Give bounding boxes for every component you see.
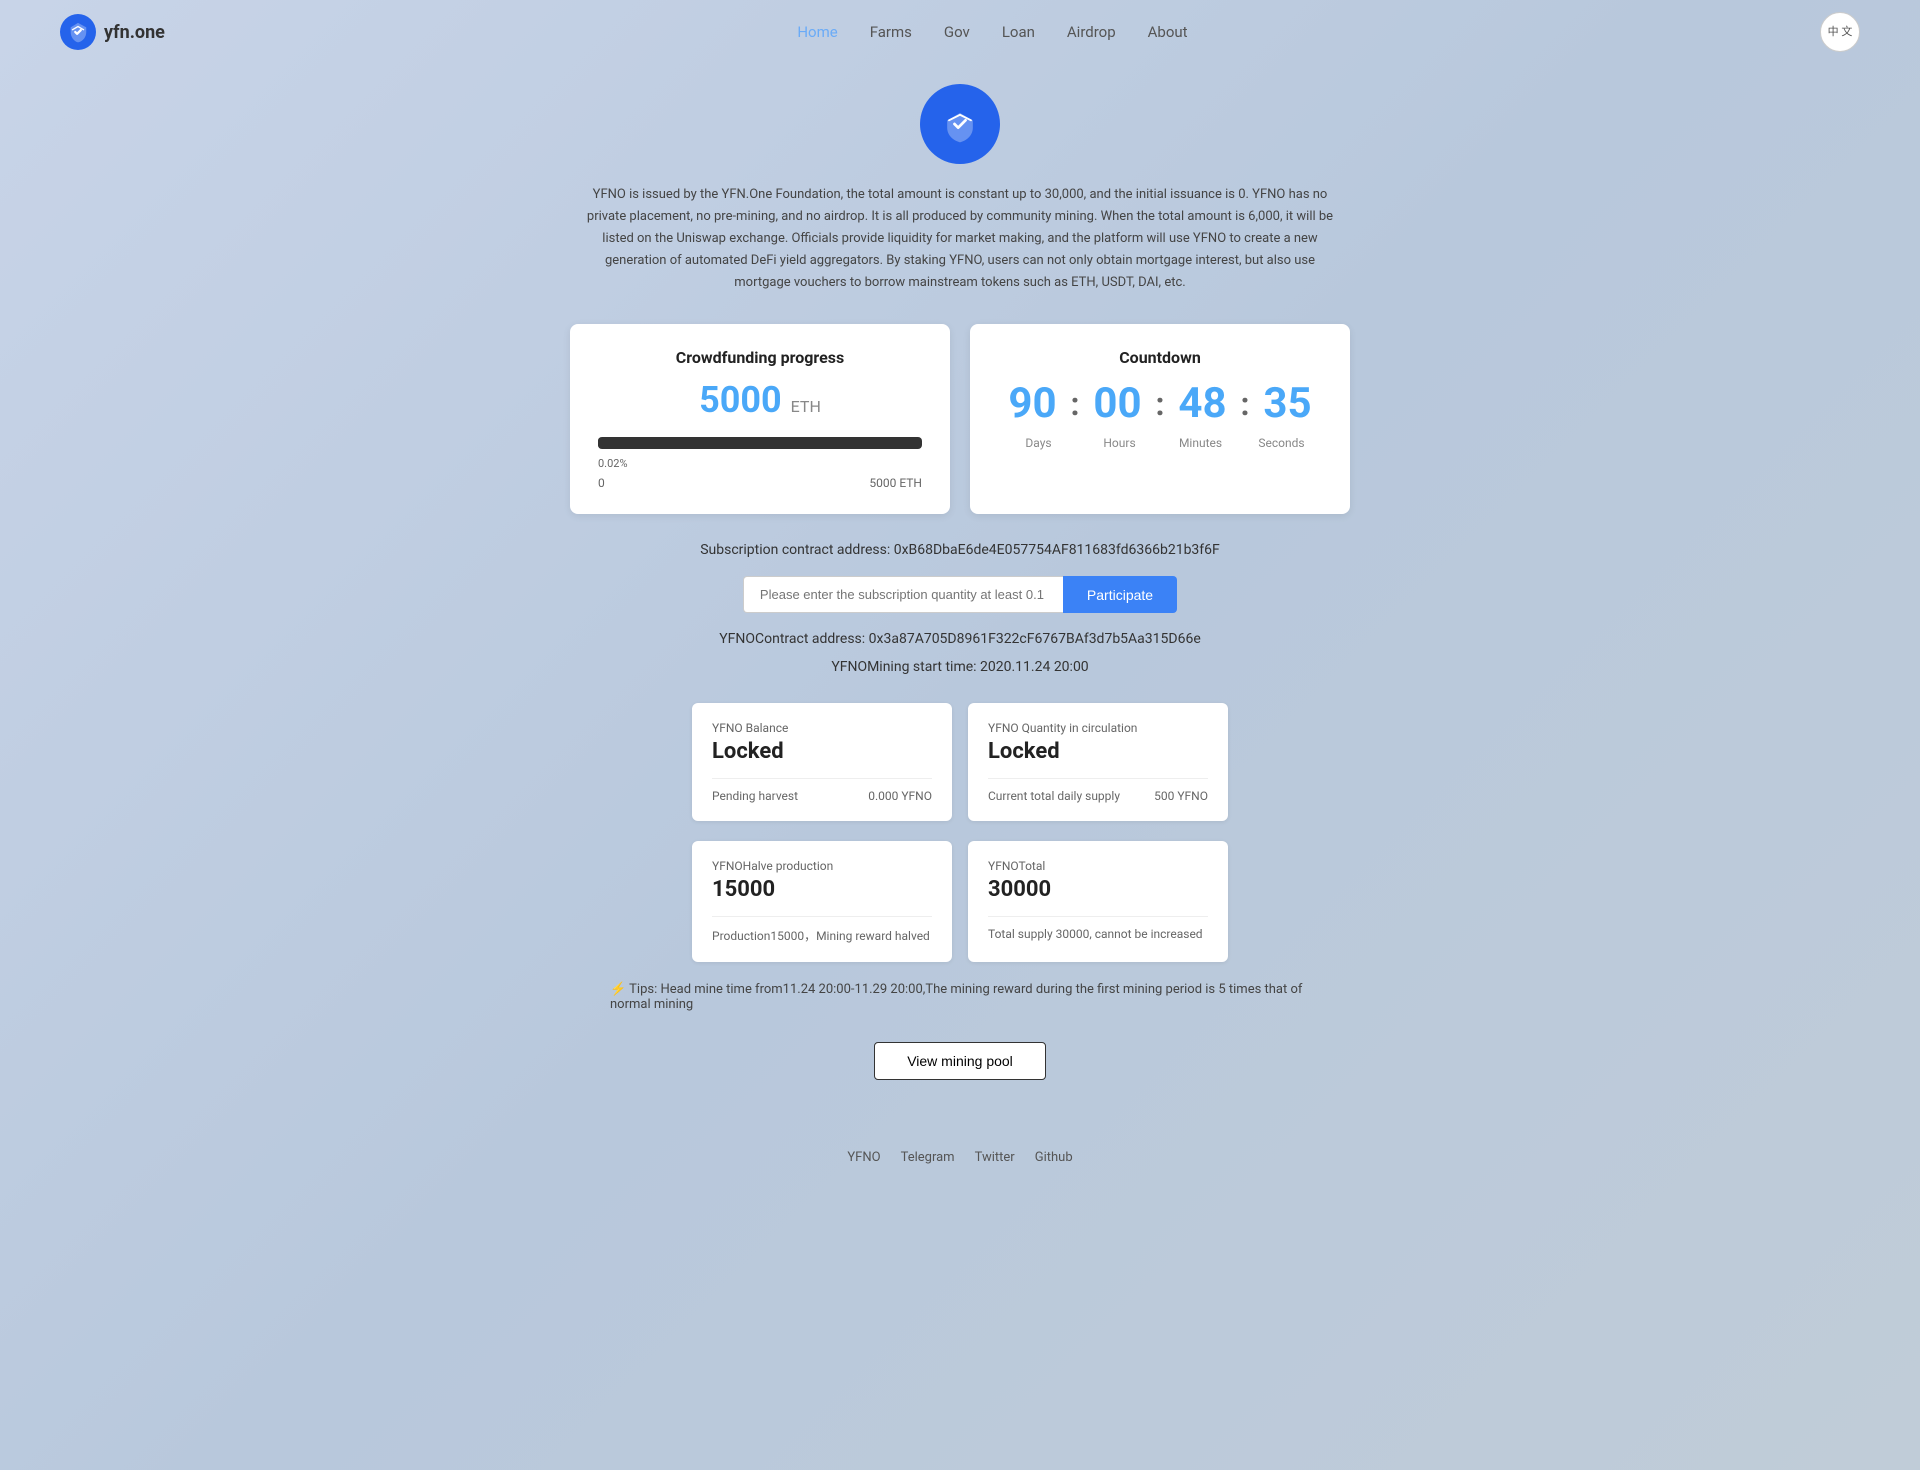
subscription-input[interactable] bbox=[743, 576, 1063, 613]
hero-description: YFNO is issued by the YFN.One Foundation… bbox=[585, 184, 1335, 294]
countdown-hours: 00 bbox=[1087, 379, 1147, 428]
participate-button[interactable]: Participate bbox=[1063, 576, 1177, 613]
circulation-label: YFNO Quantity in circulation bbox=[988, 721, 1208, 735]
yfno-contract: YFNOContract address: 0x3a87A705D8961F32… bbox=[480, 631, 1440, 647]
label-hours: Hours bbox=[1090, 436, 1150, 450]
halve-detail-text: Production15000，Mining reward halved bbox=[712, 927, 930, 944]
info-cards-row-1: YFNO Balance Locked Pending harvest 0.00… bbox=[480, 703, 1440, 821]
circulation-detail-value: 500 YFNO bbox=[1154, 789, 1208, 803]
footer-links: YFNO Telegram Twitter Github bbox=[480, 1150, 1440, 1195]
subscription-contract-label: Subscription contract address: bbox=[700, 542, 890, 558]
nav-links: Home Farms Gov Loan Airdrop About bbox=[797, 23, 1187, 41]
logo-text: yfn.one bbox=[104, 22, 165, 43]
balance-label: YFNO Balance bbox=[712, 721, 932, 735]
balance-card: YFNO Balance Locked Pending harvest 0.00… bbox=[692, 703, 952, 821]
countdown-minutes: 48 bbox=[1173, 379, 1233, 428]
countdown-card: Countdown 90 : 00 : 48 : 35 Days Hours M… bbox=[970, 324, 1350, 514]
label-seconds: Seconds bbox=[1252, 436, 1312, 450]
mining-start-time: YFNOMining start time: 2020.11.24 20:00 bbox=[480, 659, 1440, 675]
nav-farms[interactable]: Farms bbox=[870, 23, 912, 41]
subscription-contract-address: 0xB68DbaE6de4E057754AF811683fd6366b21b3f… bbox=[894, 542, 1220, 558]
total-label: YFNOTotal bbox=[988, 859, 1208, 873]
countdown-title: Countdown bbox=[998, 348, 1322, 367]
crowdfunding-amount: 5000 ETH bbox=[598, 379, 922, 421]
footer-github[interactable]: Github bbox=[1035, 1150, 1073, 1165]
total-value: 30000 bbox=[988, 877, 1208, 902]
balance-detail-label: Pending harvest bbox=[712, 789, 798, 803]
main-content: YFNO is issued by the YFN.One Foundation… bbox=[460, 64, 1460, 1215]
tips-content: Tips: Head mine time from11.24 20:00-11.… bbox=[610, 982, 1302, 1012]
countdown-seconds: 35 bbox=[1258, 379, 1318, 428]
total-detail: Total supply 30000, cannot be increased bbox=[988, 927, 1208, 941]
progress-label-right: 5000 ETH bbox=[869, 476, 922, 490]
progress-bar-container bbox=[598, 437, 922, 449]
halve-card: YFNOHalve production 15000 Production150… bbox=[692, 841, 952, 962]
logo[interactable]: yfn.one bbox=[60, 14, 165, 50]
crowdfunding-card: Crowdfunding progress 5000 ETH 0.02% 0 5… bbox=[570, 324, 950, 514]
balance-detail-value: 0.000 YFNO bbox=[868, 789, 932, 803]
countdown-sep-2: : bbox=[1155, 385, 1164, 423]
countdown-days: 90 bbox=[1002, 379, 1062, 428]
tips-text: ⚡ Tips: Head mine time from11.24 20:00-1… bbox=[610, 982, 1310, 1012]
navbar: yfn.one Home Farms Gov Loan Airdrop Abou… bbox=[0, 0, 1920, 64]
logo-icon bbox=[60, 14, 96, 50]
footer-yfno[interactable]: YFNO bbox=[847, 1150, 880, 1165]
circulation-detail-label: Current total daily supply bbox=[988, 789, 1120, 803]
balance-detail: Pending harvest 0.000 YFNO bbox=[712, 789, 932, 803]
countdown-sep-1: : bbox=[1070, 385, 1079, 423]
countdown-sep-3: : bbox=[1241, 385, 1250, 423]
nav-home[interactable]: Home bbox=[797, 23, 837, 41]
countdown-grid: 90 : 00 : 48 : 35 bbox=[998, 379, 1322, 428]
progress-bar-fill bbox=[598, 437, 601, 449]
tips-icon: ⚡ bbox=[610, 982, 626, 997]
yfno-contract-address: 0x3a87A705D8961F322cF6767BAf3d7b5Aa315D6… bbox=[869, 631, 1201, 647]
halve-label: YFNOHalve production bbox=[712, 859, 932, 873]
progress-percent: 0.02% bbox=[598, 457, 922, 470]
hero-logo-icon bbox=[920, 84, 1000, 164]
circulation-value: Locked bbox=[988, 739, 1208, 764]
footer-twitter[interactable]: Twitter bbox=[975, 1150, 1015, 1165]
progress-label-left: 0 bbox=[598, 476, 605, 490]
label-minutes: Minutes bbox=[1171, 436, 1231, 450]
language-button[interactable]: 中 文 bbox=[1820, 12, 1860, 52]
crowdfunding-title: Crowdfunding progress bbox=[598, 348, 922, 367]
yfno-contract-label: YFNOContract address: bbox=[719, 631, 865, 647]
halve-detail: Production15000，Mining reward halved bbox=[712, 927, 932, 944]
total-card: YFNOTotal 30000 Total supply 30000, cann… bbox=[968, 841, 1228, 962]
view-pool-wrapper: View mining pool bbox=[480, 1042, 1440, 1120]
nav-airdrop[interactable]: Airdrop bbox=[1067, 23, 1116, 41]
total-detail-text: Total supply 30000, cannot be increased bbox=[988, 927, 1203, 941]
info-cards-row-2: YFNOHalve production 15000 Production150… bbox=[480, 841, 1440, 962]
view-pool-button[interactable]: View mining pool bbox=[874, 1042, 1046, 1080]
progress-labels: 0 5000 ETH bbox=[598, 476, 922, 490]
subscription-row: Participate bbox=[480, 576, 1440, 613]
balance-value: Locked bbox=[712, 739, 932, 764]
circulation-card: YFNO Quantity in circulation Locked Curr… bbox=[968, 703, 1228, 821]
nav-about[interactable]: About bbox=[1148, 23, 1188, 41]
label-days: Days bbox=[1009, 436, 1069, 450]
footer-telegram[interactable]: Telegram bbox=[901, 1150, 955, 1165]
nav-gov[interactable]: Gov bbox=[944, 23, 970, 41]
halve-value: 15000 bbox=[712, 877, 932, 902]
countdown-labels: Days Hours Minutes Seconds bbox=[998, 436, 1322, 450]
subscription-contract: Subscription contract address: 0xB68DbaE… bbox=[480, 542, 1440, 558]
cards-row: Crowdfunding progress 5000 ETH 0.02% 0 5… bbox=[480, 324, 1440, 514]
circulation-detail: Current total daily supply 500 YFNO bbox=[988, 789, 1208, 803]
nav-loan[interactable]: Loan bbox=[1002, 23, 1035, 41]
